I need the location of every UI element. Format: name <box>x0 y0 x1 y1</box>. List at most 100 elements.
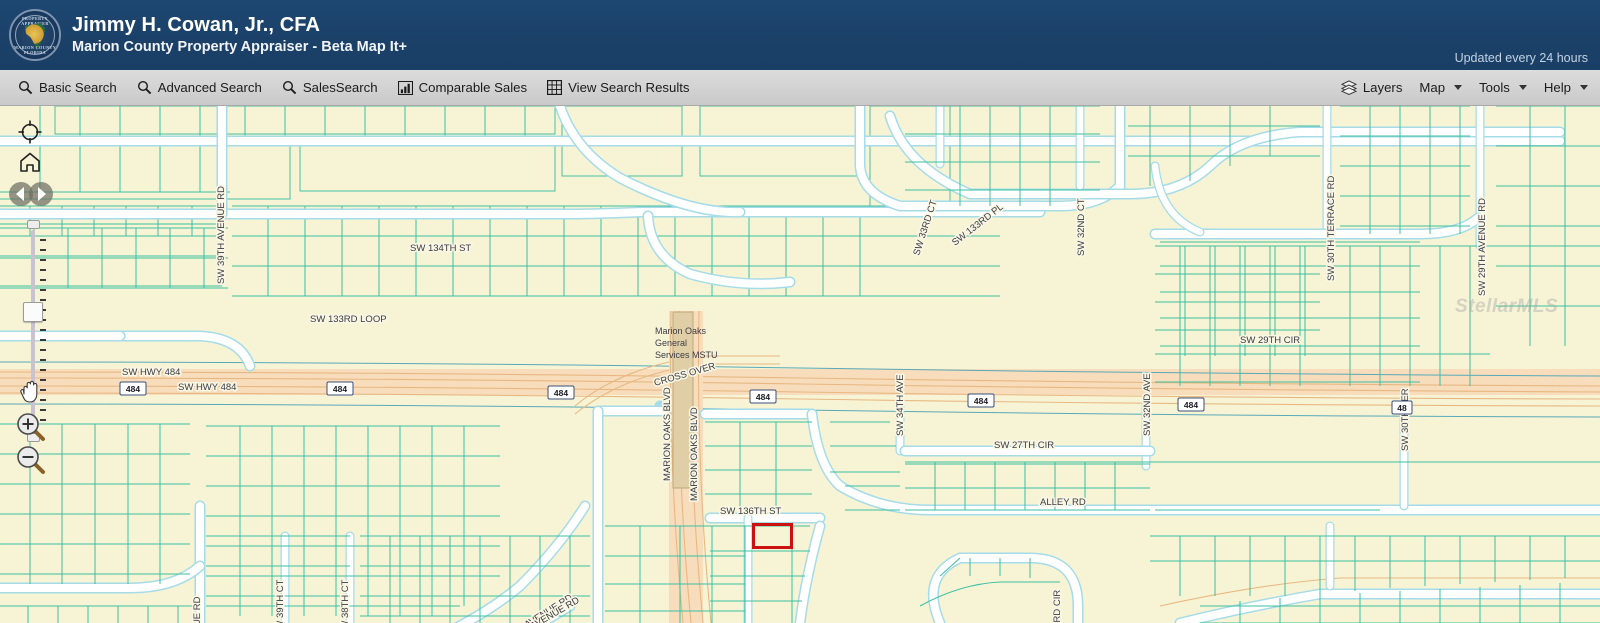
street-label: SW 133RD LOOPSW 133RD LOOP <box>308 312 388 326</box>
table-grid-icon <box>547 80 563 95</box>
parcel-map-canvas[interactable]: .p { fill:#f7f4d6; stroke:#3bbfa0; strok… <box>0 106 1600 623</box>
street-label: SW 134TH STSW 134TH ST <box>408 241 473 255</box>
highway-shield: 484 <box>749 389 777 404</box>
map-vector-layer: .p { fill:#f7f4d6; stroke:#3bbfa0; strok… <box>0 106 1600 623</box>
street-label-text: SW 30TH TERRACE RD <box>1326 175 1337 281</box>
street-label-text: SW 29TH CIR <box>1240 335 1300 346</box>
search-icon <box>18 80 33 95</box>
sales-search-button[interactable]: SalesSearch <box>282 75 378 101</box>
street-label: SW 32ND AVESW 32ND AVE <box>1140 372 1154 438</box>
street-label-text: MARION OAKS BLVD <box>689 407 700 501</box>
street-label: ALLEY RDALLEY RD <box>1038 495 1087 509</box>
bar-chart-icon <box>397 80 413 95</box>
mstu-label-line: Services MSTU <box>655 350 718 360</box>
advanced-search-button[interactable]: Advanced Search <box>137 75 262 101</box>
layers-button[interactable]: Layers <box>1340 75 1403 101</box>
highway-shield: 484 <box>119 381 147 396</box>
street-label: SW 33RD CIRSW 33RD CIR <box>1050 588 1064 623</box>
stellar-mls-watermark: StellarMLS <box>1455 296 1559 317</box>
highway-shield-text: 48 <box>1397 403 1407 413</box>
street-label: MARION OAKS BLVDMARION OAKS BLVD <box>687 405 701 502</box>
header-titles: Jimmy H. Cowan, Jr., CFA Marion County P… <box>72 13 407 57</box>
highway-shield: 484 <box>1177 397 1205 412</box>
chevron-down-icon <box>1454 85 1463 90</box>
selected-parcel-highlight[interactable] <box>752 523 793 549</box>
app-header: PROPERTY APPRAISER MARION COUNTY FLORIDA… <box>0 0 1600 70</box>
appraiser-name: Jimmy H. Cowan, Jr., CFA <box>72 14 321 36</box>
street-label: SW 38TH CTSW 38TH CT <box>338 578 352 623</box>
highway-shield-text: 484 <box>756 392 770 402</box>
highway-shield-text: 484 <box>974 396 988 406</box>
search-icon <box>137 80 152 95</box>
toolbar-left-group: Basic Search Advanced Search SalesSearch… <box>0 75 690 101</box>
app-subtitle: Marion County Property Appraiser - Beta … <box>72 39 408 55</box>
tools-menu[interactable]: Tools <box>1479 75 1527 101</box>
view-search-results-label: View Search Results <box>568 80 690 95</box>
advanced-search-label: Advanced Search <box>157 80 262 95</box>
help-menu[interactable]: Help <box>1544 75 1588 101</box>
street-label-text: ALLEY RD <box>1040 497 1086 508</box>
street-label-text: SW 134TH ST <box>410 243 471 254</box>
street-label-text: SW 32ND AVE <box>1142 373 1153 436</box>
street-label-text: SW 133RD LOOP <box>310 314 387 325</box>
seal-bottom-text: MARION COUNTY FLORIDA <box>13 45 57 55</box>
highway-shield-text: 484 <box>554 388 568 398</box>
street-label-text: SW 30TH TER <box>1400 388 1411 451</box>
street-label-text: SW 136TH ST <box>720 506 781 517</box>
street-label: SW 30TH TERRACE RDSW 30TH TERRACE RD <box>1324 174 1338 283</box>
street-label: SW 29TH CIRSW 29TH CIR <box>1238 333 1302 347</box>
street-label-text: SW HWY 484 <box>122 367 180 378</box>
help-menu-label: Help <box>1543 80 1571 95</box>
highway-shield: 48 <box>1391 400 1413 415</box>
layers-label: Layers <box>1362 80 1403 95</box>
chevron-down-icon <box>1580 85 1588 90</box>
street-label: SW 30TH TERSW 30TH TER <box>1398 387 1412 453</box>
street-label: SW 39TH AVENUE RDSW 39TH AVENUE RD <box>214 184 228 285</box>
highway-shield: 484 <box>547 385 575 400</box>
street-label: SW 32ND CTSW 32ND CT <box>1074 197 1088 258</box>
zoom-slider-thumb[interactable] <box>23 302 43 322</box>
street-label: SW 27TH CIRSW 27TH CIR <box>992 438 1056 452</box>
comparable-sales-button[interactable]: Comparable Sales <box>397 75 527 101</box>
highway-shield-text: 484 <box>333 384 347 394</box>
layers-icon <box>1340 80 1357 95</box>
update-frequency-note: Updated every 24 hours <box>1454 51 1588 65</box>
basic-search-button[interactable]: Basic Search <box>18 75 117 101</box>
view-search-results-button[interactable]: View Search Results <box>547 75 690 101</box>
highway-shield-text: 484 <box>1184 400 1198 410</box>
map-menu[interactable]: Map <box>1419 75 1463 101</box>
street-label-text: SW 29TH AVENUE RD <box>1477 198 1488 296</box>
street-label-text: SW 27TH CIR <box>994 440 1054 451</box>
highway-shield: 484 <box>326 381 354 396</box>
map-menu-label: Map <box>1419 80 1446 95</box>
main-toolbar: Basic Search Advanced Search SalesSearch… <box>0 70 1600 106</box>
street-label-text: SW 39TH CT <box>275 579 286 623</box>
toolbar-right-group: Layers Map Tools Help <box>1340 75 1600 101</box>
street-label: SW HWY 484SW HWY 484 <box>120 365 182 379</box>
basic-search-label: Basic Search <box>39 80 117 95</box>
street-label-text: TH AVENUE RD <box>192 596 203 623</box>
street-label: SW 39TH CTSW 39TH CT <box>273 578 287 623</box>
search-icon <box>282 80 297 95</box>
street-label-text: SW 39TH AVENUE RD <box>216 186 227 284</box>
mstu-label-line: Marion Oaks <box>655 326 707 336</box>
street-label: SW 29TH AVENUE RDSW 29TH AVENUE RD <box>1475 196 1489 297</box>
street-label: SW 34TH AVESW 34TH AVE <box>893 373 907 438</box>
street-label: SW HWY 484SW HWY 484 <box>176 380 238 394</box>
mstu-label-line: General <box>655 338 687 348</box>
zoom-slider-top-cap[interactable] <box>27 220 40 229</box>
street-label: MARION OAKS BLVDMARION OAKS BLVD <box>660 385 674 482</box>
street-label-text: SW HWY 484 <box>178 382 236 393</box>
highway-shield: 484 <box>967 393 995 408</box>
chevron-down-icon <box>1518 85 1527 90</box>
street-label-text: SW 38TH CT <box>340 579 351 623</box>
street-label: SW 136TH STSW 136TH ST <box>718 504 783 518</box>
street-label-text: MARION OAKS BLVD <box>662 387 673 481</box>
street-label: TH AVENUE RDTH AVENUE RD <box>190 595 204 623</box>
zoom-slider[interactable] <box>22 220 46 442</box>
sales-search-label: SalesSearch <box>302 80 378 95</box>
highway-shield-text: 484 <box>126 384 140 394</box>
street-label-text: SW 33RD CIR <box>1052 590 1063 623</box>
agency-seal-logo: PROPERTY APPRAISER MARION COUNTY FLORIDA <box>9 9 61 61</box>
street-label-text: SW 34TH AVE <box>895 374 906 436</box>
